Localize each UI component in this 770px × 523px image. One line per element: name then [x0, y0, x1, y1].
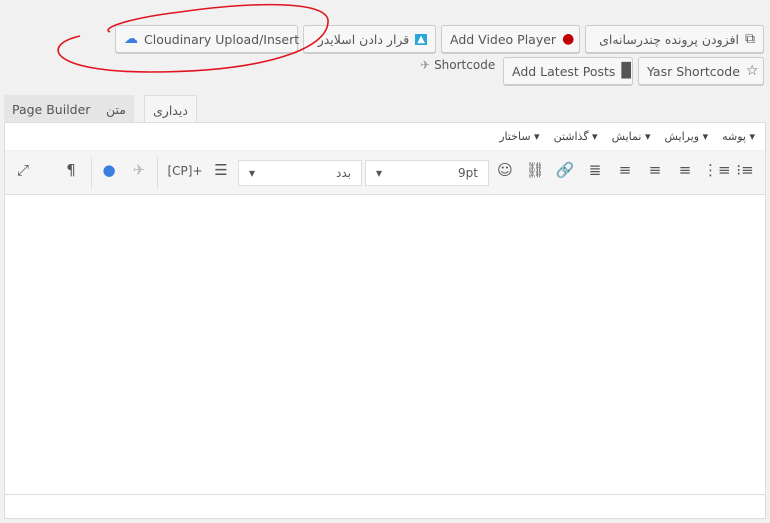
play-icon: ●: [562, 31, 575, 47]
star-icon: ☆: [745, 63, 759, 79]
font-size-select[interactable]: ▾ 9pt: [365, 160, 489, 186]
status-bar: [5, 494, 765, 518]
annotation-circle: [57, 3, 329, 73]
menubar: پوشه ▾ ویرایش ▾ نمایش ▾ گذاشتن ▾ ساختار …: [5, 123, 765, 151]
align-justify-icon[interactable]: ≣: [583, 161, 607, 179]
posts-icon: ▉: [621, 63, 633, 79]
numbered-list-icon[interactable]: ⋮≡: [703, 161, 731, 179]
menu-view[interactable]: نمایش ▾: [612, 130, 651, 143]
blockquote-icon[interactable]: ●: [97, 161, 121, 179]
shortcode-icon[interactable]: ✈: [127, 161, 151, 179]
toolbar: ⤢ ¶ ● ✈ [CP]+ ☰ ▾ بدد ▾ 9pt ☺ ⛓ 🔗 ≣ ≡ ≡ ≡ …: [5, 151, 765, 195]
tab-visual[interactable]: دیداری: [144, 95, 197, 124]
add-video-player-button[interactable]: Add Video Player ●: [441, 25, 580, 53]
menu-edit[interactable]: ویرایش ▾: [664, 130, 708, 143]
menu-file[interactable]: پوشه ▾: [722, 130, 755, 143]
media-icon: ⧉: [745, 31, 755, 47]
shortcode-button[interactable]: ✈ Shortcode: [420, 58, 495, 72]
paragraph-icon[interactable]: ¶: [59, 161, 83, 179]
emoji-icon[interactable]: ☺: [493, 161, 517, 179]
menu-format[interactable]: ساختار ▾: [499, 130, 539, 143]
bullet-list-icon[interactable]: ⁝≡: [733, 161, 757, 179]
align-left-icon[interactable]: ≡: [673, 161, 697, 179]
editor: پوشه ▾ ویرایش ▾ نمایش ▾ گذاشتن ▾ ساختار …: [4, 122, 766, 519]
tab-page-builder[interactable]: Page Builder: [4, 95, 99, 123]
font-family-select[interactable]: ▾ بدد: [238, 160, 362, 186]
align-right-icon[interactable]: ≡: [613, 161, 637, 179]
cp-button[interactable]: [CP]+: [165, 164, 205, 178]
link-icon[interactable]: 🔗: [553, 161, 577, 179]
fullscreen-icon[interactable]: ⤢: [11, 161, 35, 179]
slider-icon: ▲: [415, 33, 427, 45]
yasr-shortcode-button[interactable]: Yasr Shortcode ☆: [638, 57, 764, 85]
menu-insert[interactable]: گذاشتن ▾: [554, 130, 598, 143]
unlink-icon[interactable]: ⛓: [523, 161, 547, 179]
tab-text[interactable]: متن: [98, 95, 134, 123]
add-media-button[interactable]: ⧉ افزودن پرونده چندرسانه‌ای: [585, 25, 764, 53]
add-latest-posts-button[interactable]: Add Latest Posts ▉: [503, 57, 633, 85]
more-tag-icon[interactable]: ☰: [209, 161, 233, 179]
shortcode-icon: ✈: [420, 58, 431, 72]
content-area[interactable]: [5, 195, 765, 495]
align-center-icon[interactable]: ≡: [643, 161, 667, 179]
